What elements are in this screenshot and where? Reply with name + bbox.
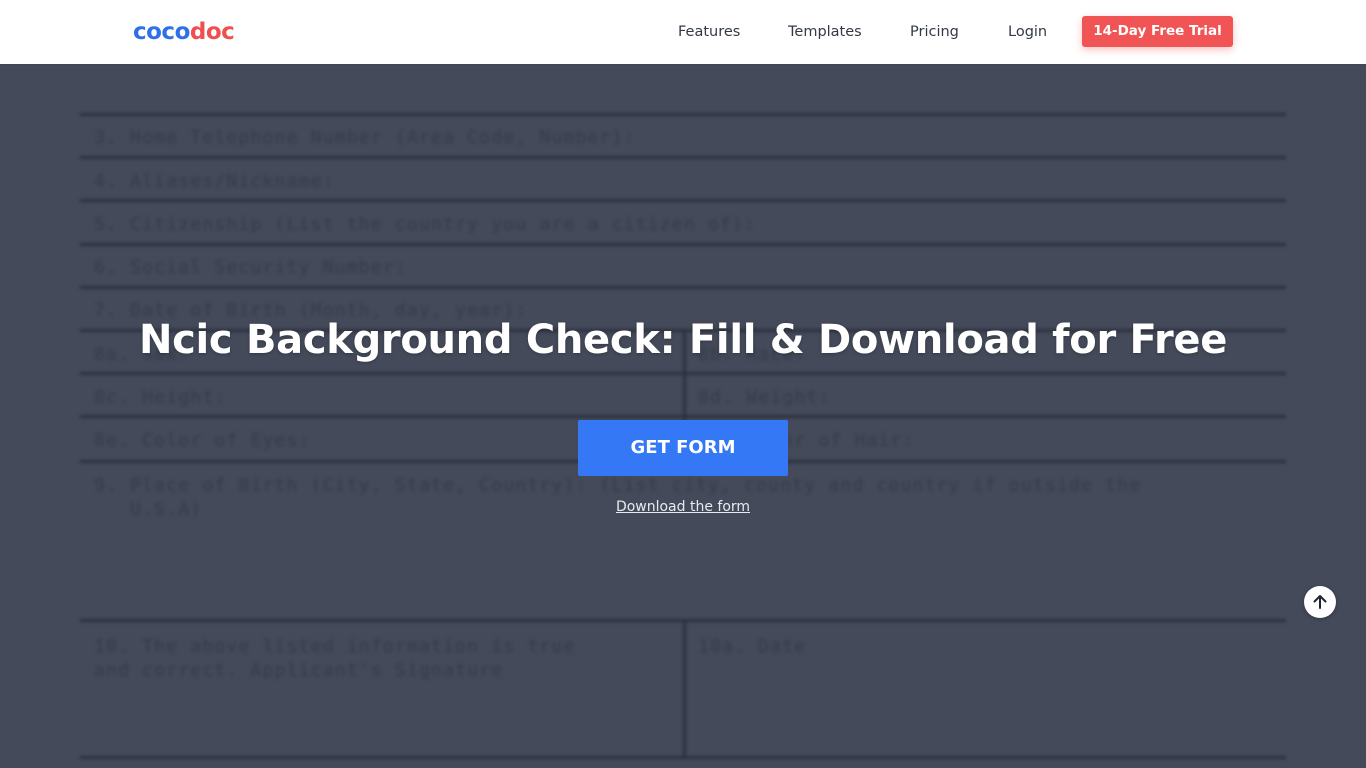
form-column-divider bbox=[683, 619, 686, 759]
form-field-weight: 8d. Weight: bbox=[698, 387, 831, 408]
form-field-height: 8c. Height: bbox=[94, 387, 227, 408]
scroll-to-top-button[interactable] bbox=[1304, 586, 1336, 618]
form-field-birthplace: 9. Place of Birth (City, State, Country)… bbox=[94, 475, 1142, 496]
form-preview-content: 3. Home Telephone Number (Area Code, Num… bbox=[0, 64, 1366, 768]
logo-part-doc: doc bbox=[189, 19, 235, 45]
page-title: Ncic Background Check: Fill & Download f… bbox=[138, 317, 1228, 363]
form-field-date: 10a. Date bbox=[698, 636, 807, 657]
form-field-aliases: 4. Aliases/Nickname: bbox=[94, 171, 335, 192]
download-form-link[interactable]: Download the form bbox=[0, 497, 1366, 517]
form-field-signature: 10. The above listed information is true bbox=[94, 636, 576, 657]
form-rule bbox=[80, 286, 1286, 289]
form-field-citizenship: 5. Citizenship (List the country you are… bbox=[94, 214, 757, 235]
form-rule bbox=[80, 243, 1286, 246]
form-rule bbox=[80, 199, 1286, 202]
free-trial-button[interactable]: 14-Day Free Trial bbox=[1082, 16, 1233, 47]
cocodoc-logo[interactable]: cocodoc bbox=[133, 18, 235, 46]
nav-templates[interactable]: Templates bbox=[788, 22, 862, 42]
arrow-up-icon bbox=[1313, 595, 1327, 609]
get-form-button[interactable]: GET FORM bbox=[578, 420, 788, 476]
nav-pricing[interactable]: Pricing bbox=[910, 22, 959, 42]
form-field-phone: 3. Home Telephone Number (Area Code, Num… bbox=[94, 127, 636, 148]
form-field-eyes: 8e. Color of Eyes: bbox=[94, 430, 311, 451]
form-field-ssn: 6. Social Security Number: bbox=[94, 257, 407, 278]
form-field-signature-cont: and correct. Applicant's Signature bbox=[94, 660, 504, 681]
form-rule bbox=[80, 156, 1286, 159]
site-header: cocodoc Features Templates Pricing Login… bbox=[0, 0, 1366, 64]
form-preview-background: 3. Home Telephone Number (Area Code, Num… bbox=[0, 64, 1366, 768]
logo-part-coco: coco bbox=[133, 19, 190, 45]
form-rule bbox=[80, 113, 1286, 116]
nav-features[interactable]: Features bbox=[678, 22, 740, 42]
nav-login[interactable]: Login bbox=[1008, 22, 1047, 42]
